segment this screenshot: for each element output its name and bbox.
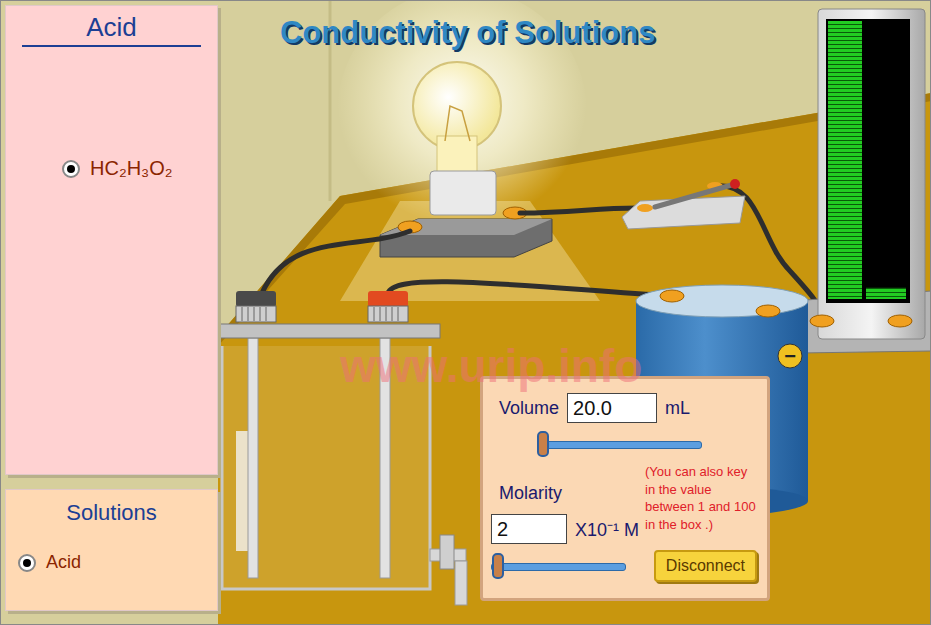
svg-text:−: − (784, 345, 796, 367)
red-plug (368, 291, 408, 322)
molarity-label: Molarity (499, 483, 639, 504)
meter (792, 9, 931, 353)
beaker (218, 324, 467, 605)
radio-icon[interactable] (62, 160, 80, 178)
hint-text: (You can also key in the value between 1… (645, 463, 757, 544)
acid-panel: Acid HC₂H₃O₂ (5, 5, 218, 475)
lab-stage: − Conductivity of Solutions Volume mL Mo… (218, 1, 931, 625)
sidebar: Acid HC₂H₃O₂ Solutions Acid (1, 1, 218, 624)
molarity-slider[interactable] (491, 553, 626, 579)
radio-icon[interactable] (18, 554, 36, 572)
bulb-icon (380, 62, 552, 257)
acid-option[interactable]: HC₂H₃O₂ (62, 157, 217, 180)
page-title: Conductivity of Solutions (280, 15, 655, 51)
solutions-heading: Solutions (22, 500, 201, 528)
acid-heading: Acid (22, 12, 201, 47)
volume-unit: mL (665, 398, 690, 419)
black-plug (236, 291, 276, 322)
volume-input[interactable] (567, 393, 657, 423)
molarity-input[interactable] (491, 514, 567, 544)
volume-label: Volume (499, 398, 559, 419)
disconnect-button[interactable]: Disconnect (654, 550, 757, 582)
switch[interactable] (622, 179, 745, 229)
minus-terminal-icon (778, 344, 802, 368)
molarity-unit: X10⁻¹ M (575, 517, 639, 541)
volume-slider[interactable] (537, 431, 702, 457)
meter-fill (866, 288, 906, 299)
solution-option[interactable]: Acid (18, 552, 217, 573)
solutions-panel: Solutions Acid (5, 489, 218, 611)
control-panel: Volume mL Molarity X10⁻¹ M (You can also… (480, 376, 770, 601)
app-window: Acid HC₂H₃O₂ Solutions Acid − Conductivi… (0, 0, 931, 625)
